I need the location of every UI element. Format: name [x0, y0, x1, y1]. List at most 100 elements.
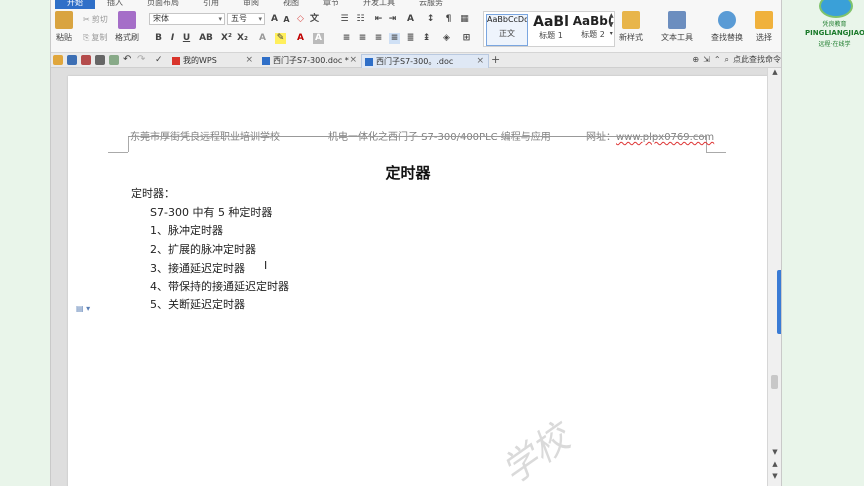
close-icon[interactable]: × — [476, 55, 484, 68]
phonetic-icon[interactable]: 文 — [309, 14, 320, 25]
select-button[interactable]: 选择 — [755, 11, 773, 43]
shrink-font-icon[interactable]: A — [281, 14, 292, 25]
line-spacing-icon[interactable]: ↨ — [421, 33, 432, 44]
customize-icon[interactable]: ✓ — [155, 55, 165, 65]
underline-icon[interactable]: U — [181, 33, 192, 44]
cut-button[interactable]: ✂ 剪切 — [83, 14, 108, 25]
show-marks-icon[interactable]: ¶ — [443, 14, 454, 25]
tab-my-wps-label: 我的WPS — [183, 56, 217, 65]
new-style-icon — [622, 11, 640, 29]
gallery-up-icon: ▲ — [609, 12, 614, 19]
font-name-select[interactable]: 宋体 — [149, 13, 225, 25]
tab-insert[interactable]: 插入 — [95, 0, 135, 9]
align-right-icon[interactable]: ≡ — [373, 33, 384, 44]
tab-review[interactable]: 审阅 — [231, 0, 271, 9]
paste-button[interactable]: 粘贴 — [55, 11, 73, 43]
superscript-icon[interactable]: X² — [221, 33, 232, 44]
distribute-icon[interactable]: ≣ — [405, 33, 416, 44]
bullets-icon[interactable]: ☰ — [339, 14, 350, 25]
redo-icon[interactable]: ↷ — [137, 55, 147, 65]
style-gallery-scroll[interactable]: ▲ ▼ ▾ — [609, 11, 614, 38]
sync-icon[interactable]: ⊕ — [692, 55, 699, 64]
find-replace-button[interactable]: 查找替换 — [711, 11, 743, 43]
save-icon[interactable] — [67, 55, 77, 65]
header-website-label: 网址： — [586, 132, 616, 143]
undo-icon[interactable]: ↶ — [123, 55, 133, 65]
print-icon[interactable] — [95, 55, 105, 65]
tab-doc-1[interactable]: 西门子S7-300.doc * × — [259, 54, 361, 68]
clipboard-icon — [55, 11, 73, 29]
prev-page-icon[interactable]: ▲ — [768, 460, 781, 470]
tab-doc-2[interactable]: 西门子S7-300。.doc × — [361, 54, 489, 68]
align-left-icon[interactable]: ≡ — [341, 33, 352, 44]
new-style-button[interactable]: 新样式 — [619, 11, 643, 43]
borders-icon[interactable]: ⊞ — [461, 33, 472, 44]
font-color-icon[interactable]: A — [295, 33, 306, 44]
paste-label: 粘贴 — [56, 33, 72, 42]
char-shading-icon[interactable]: A — [313, 33, 324, 44]
page[interactable]: 东莞市厚街凭良远程职业培训学校 机电一体化之西门子 S7-300/400PLC … — [68, 76, 768, 486]
tab-page-layout[interactable]: 页面布局 — [135, 0, 191, 9]
close-icon[interactable]: × — [245, 54, 253, 67]
close-icon[interactable]: × — [349, 54, 357, 67]
font-size-select[interactable]: 五号 — [227, 13, 265, 25]
margin-corner-left — [128, 136, 129, 152]
next-page-icon[interactable]: ▼ — [768, 472, 781, 482]
italic-icon[interactable]: I — [167, 33, 178, 44]
scroll-up-icon[interactable]: ▲ — [768, 68, 781, 78]
subscript-icon[interactable]: X₂ — [237, 33, 248, 44]
outdent-icon[interactable]: ⇤ — [373, 14, 384, 25]
style-heading-2[interactable]: AaBb( 标题 2 — [572, 14, 614, 46]
body-line: 2、扩展的脉冲定时器 — [150, 243, 256, 256]
chinese-layout-icon[interactable]: A — [405, 14, 416, 25]
style-heading-1[interactable]: AaBl 标题 1 — [530, 14, 572, 46]
side-panel-handle[interactable] — [777, 270, 781, 334]
margin-corner-right-h — [706, 152, 726, 153]
tab-view[interactable]: 视图 — [271, 0, 311, 9]
justify-icon[interactable]: ≡ — [389, 33, 400, 44]
print-preview-icon[interactable] — [109, 55, 119, 65]
tab-cloud[interactable]: 云服务 — [407, 0, 455, 9]
scroll-down-icon[interactable]: ▼ — [768, 448, 781, 458]
text-tools-button[interactable]: 文本工具 — [661, 11, 693, 43]
strikethrough-icon[interactable]: AB — [197, 33, 215, 44]
body-line: 1、脉冲定时器 — [150, 224, 223, 237]
grow-font-icon[interactable]: A — [269, 14, 280, 25]
layout-icon[interactable]: ▦ — [459, 14, 470, 25]
document-area: 东莞市厚街凭良远程职业培训学校 机电一体化之西门子 S7-300/400PLC … — [51, 68, 781, 486]
style-heading-1-name: 标题 1 — [539, 31, 563, 40]
logo-slogan: 远程·在线学 — [818, 41, 851, 48]
wps-logo-icon — [172, 57, 180, 65]
header-url: www.plpx0769.com — [616, 132, 715, 143]
tab-my-wps[interactable]: 我的WPS × — [169, 54, 257, 68]
tab-home[interactable]: 开始 — [55, 0, 95, 9]
shading-icon[interactable]: ◈ — [441, 33, 452, 44]
new-tab-icon[interactable]: + — [491, 53, 500, 66]
export-icon[interactable]: ⇲ — [703, 55, 710, 64]
indent-icon[interactable]: ⇥ — [387, 14, 398, 25]
pdf-icon[interactable] — [81, 55, 91, 65]
scroll-thumb[interactable] — [771, 375, 778, 389]
numbering-icon[interactable]: ☷ — [355, 14, 366, 25]
style-normal-sample: AaBbCcDd — [487, 15, 527, 24]
collapse-ribbon-icon[interactable]: ⌃ — [714, 55, 721, 64]
copy-button[interactable]: ⎘ 复制 — [83, 32, 107, 43]
highlight-icon[interactable]: ✎ — [275, 33, 286, 44]
format-painter-button[interactable]: 格式刷 — [115, 11, 139, 43]
sort-icon[interactable]: ↕ — [425, 14, 436, 25]
clear-format-icon[interactable]: ◇ — [295, 14, 306, 25]
cursor-arrow-icon — [755, 11, 773, 29]
style-normal[interactable]: AaBbCcDd 正文 — [486, 14, 528, 46]
folder-icon[interactable] — [53, 55, 63, 65]
copy-icon: ⎘ — [83, 32, 90, 42]
wps-writer-window: 开始 插入 页面布局 引用 审阅 视图 章节 开发工具 云服务 粘贴 ✂ 剪切 ⎘… — [50, 0, 782, 486]
text-effect-icon[interactable]: A — [257, 33, 268, 44]
command-search[interactable]: ⊕ ⇲ ⌃ ⌕ 点此查找命令 — [692, 54, 781, 65]
bold-icon[interactable]: B — [153, 33, 164, 44]
paragraph-handle-icon[interactable]: ▤ ▾ — [76, 304, 90, 313]
tab-chapter[interactable]: 章节 — [311, 0, 351, 9]
style-heading-2-name: 标题 2 — [581, 30, 605, 39]
tab-developer[interactable]: 开发工具 — [351, 0, 407, 9]
tab-references[interactable]: 引用 — [191, 0, 231, 9]
align-center-icon[interactable]: ≡ — [357, 33, 368, 44]
